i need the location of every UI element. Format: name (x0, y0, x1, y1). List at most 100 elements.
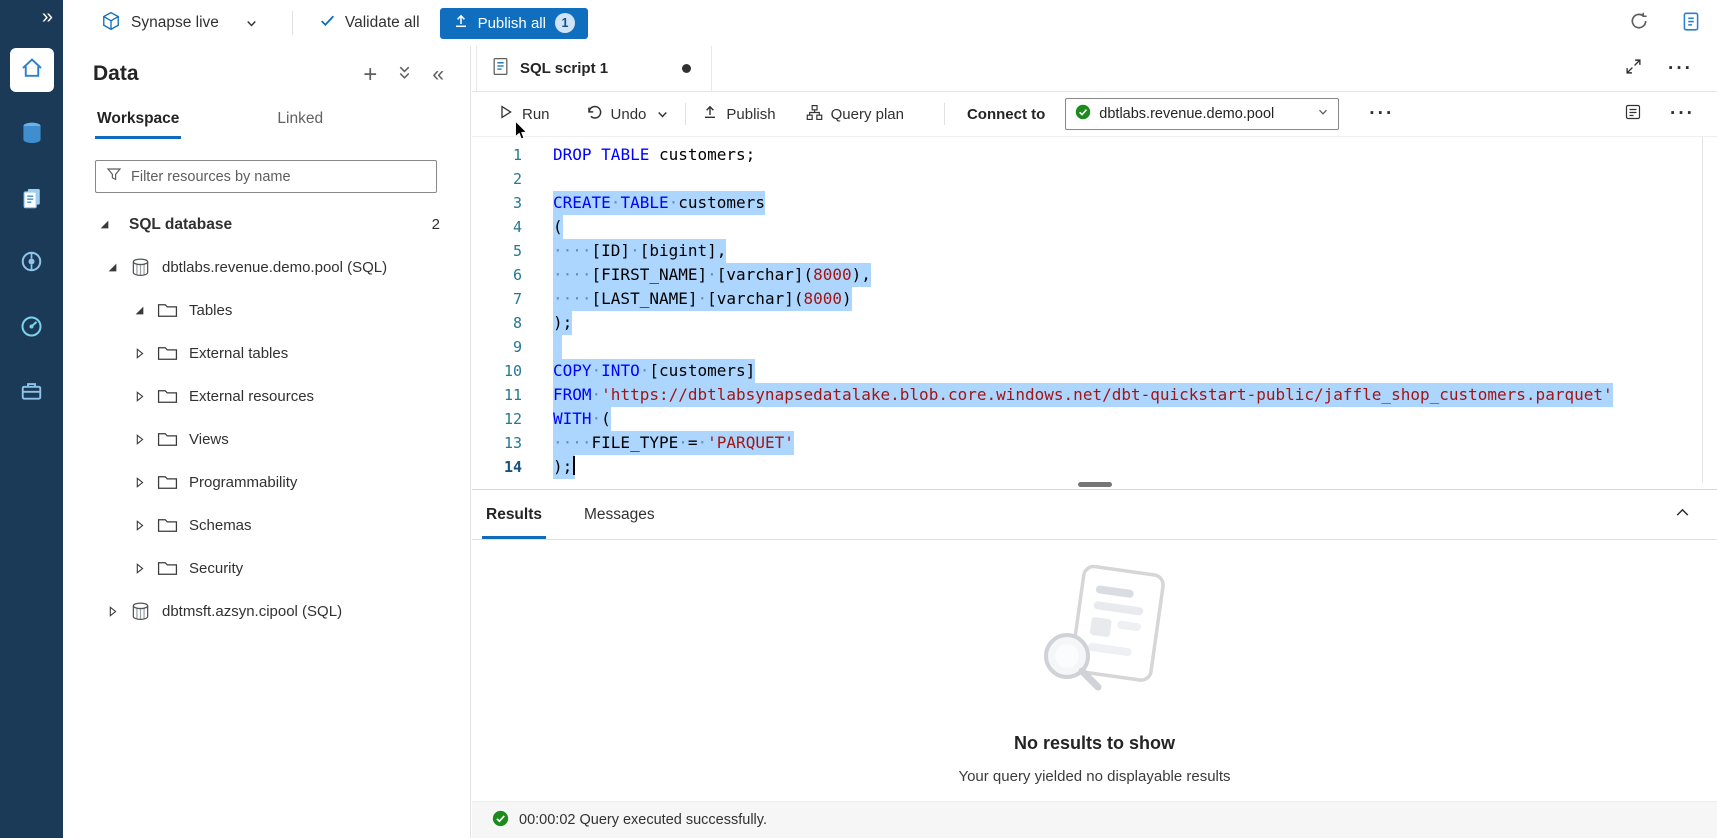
nav-data[interactable] (0, 113, 63, 157)
tree-item-sql-database[interactable]: SQL database 2 (63, 203, 470, 246)
results-panel: Results Messages (472, 489, 1717, 838)
tree-item-dbtmsft-pool[interactable]: dbtmsft.azsyn.cipool (SQL) (63, 590, 470, 633)
code-line[interactable]: 12WITH·( (472, 407, 1717, 431)
code-line[interactable]: 13····FILE_TYPE·=·'PARQUET' (472, 431, 1717, 455)
tree-item-views[interactable]: Views (63, 418, 470, 461)
run-label: Run (522, 106, 550, 123)
nav-develop[interactable] (0, 178, 63, 222)
panel-tabs: Workspace Linked (95, 110, 323, 139)
doc-tab-title: SQL script 1 (520, 60, 608, 77)
workspace-switcher-label: Synapse live (131, 14, 219, 32)
no-results-illustration (1005, 556, 1185, 706)
workspace-switcher[interactable]: Synapse live (101, 11, 258, 36)
tree-item-tables[interactable]: Tables (63, 289, 470, 332)
collapse-all-icon[interactable] (397, 64, 412, 86)
code-line[interactable]: 1DROP TABLE customers; (472, 143, 1717, 167)
nav-monitor[interactable] (0, 307, 63, 351)
upload-icon (702, 104, 718, 124)
tree-item-external-resources[interactable]: External resources (63, 375, 470, 418)
chevron-collapsed-icon[interactable] (134, 348, 148, 359)
toolbar-right-actions: ··· (1624, 92, 1717, 136)
code-line[interactable]: 8); (472, 311, 1717, 335)
text-cursor (573, 456, 575, 475)
publish-count-badge: 1 (555, 13, 575, 33)
nav-integrate[interactable] (0, 242, 63, 286)
rail-expand-icon[interactable]: » (42, 6, 53, 29)
tree-item-schemas[interactable]: Schemas (63, 504, 470, 547)
chevron-expanded-icon[interactable] (99, 219, 113, 230)
tree-item-security[interactable]: Security (63, 547, 470, 590)
nav-manage[interactable] (0, 371, 63, 415)
run-button[interactable]: Run (498, 104, 550, 124)
unsaved-indicator (682, 64, 691, 73)
collapse-panel-icon[interactable]: « (432, 64, 444, 86)
publish-all-button[interactable]: Publish all 1 (440, 8, 588, 39)
chevron-expanded-icon[interactable] (134, 305, 148, 316)
chevron-collapsed-icon[interactable] (134, 391, 148, 402)
code-line[interactable]: 3CREATE·TABLE·customers (472, 191, 1717, 215)
add-resource-icon[interactable]: + (363, 64, 377, 86)
manage-icon (19, 378, 44, 408)
undo-dropdown-chevron-icon[interactable] (656, 108, 669, 121)
validate-all-button[interactable]: Validate all (319, 12, 420, 34)
undo-button[interactable]: Undo (586, 104, 647, 125)
tab-linked[interactable]: Linked (277, 110, 323, 139)
code-line[interactable]: 11FROM·'https://dbtlabsynapsedatalake.bl… (472, 383, 1717, 407)
publish-button[interactable]: Publish (702, 104, 775, 124)
chevron-collapsed-icon[interactable] (134, 477, 148, 488)
connection-dropdown[interactable]: dbtlabs.revenue.demo.pool (1065, 98, 1339, 130)
query-plan-label: Query plan (831, 106, 904, 123)
code-line[interactable]: 7····[LAST_NAME]·[varchar](8000) (472, 287, 1717, 311)
expand-editor-icon[interactable] (1625, 58, 1642, 80)
tab-workspace[interactable]: Workspace (95, 110, 181, 139)
topbar-divider (292, 11, 293, 35)
chevron-collapsed-icon[interactable] (134, 563, 148, 574)
tabbar-right-actions: ··· (1625, 46, 1717, 91)
chevron-expanded-icon[interactable] (107, 262, 121, 273)
monitor-icon (19, 314, 44, 344)
nav-home[interactable] (0, 48, 63, 92)
connection-status-icon (1075, 104, 1091, 125)
success-check-icon (492, 810, 509, 831)
code-line[interactable]: 9 (472, 335, 1717, 359)
tree-item-dbtlabs-pool[interactable]: dbtlabs.revenue.demo.pool (SQL) (63, 246, 470, 289)
play-icon (498, 104, 514, 124)
collapse-results-icon[interactable] (1674, 504, 1691, 521)
chevron-down-icon[interactable] (245, 17, 258, 30)
folder-icon (157, 345, 178, 362)
code-line[interactable]: 10COPY·INTO·[customers] (472, 359, 1717, 383)
tab-messages[interactable]: Messages (580, 490, 659, 539)
folder-icon (157, 388, 178, 405)
tab-sql-script-1[interactable]: SQL script 1 (476, 46, 712, 91)
sql-pool-icon (130, 257, 151, 278)
refresh-icon[interactable] (1629, 11, 1649, 36)
sql-pool-icon (130, 601, 151, 622)
code-editor[interactable]: 1DROP TABLE customers;23CREATE·TABLE·cus… (472, 137, 1717, 489)
tree-item-external-tables[interactable]: External tables (63, 332, 470, 375)
folder-icon (157, 560, 178, 577)
tab-results[interactable]: Results (482, 490, 546, 539)
editor-scrollbar-track[interactable] (1702, 137, 1703, 483)
top-command-bar: Synapse live Validate all Publish all 1 (63, 0, 1717, 46)
chevron-collapsed-icon[interactable] (134, 520, 148, 531)
code-line[interactable]: 2 (472, 167, 1717, 191)
chevron-collapsed-icon[interactable] (134, 434, 148, 445)
properties-icon[interactable] (1624, 103, 1642, 126)
nav-rail: » (0, 0, 63, 838)
query-plan-button[interactable]: Query plan (806, 104, 904, 125)
filter-icon (106, 166, 122, 187)
topbar-right-actions (1629, 10, 1717, 37)
data-icon (19, 120, 45, 151)
code-line[interactable]: 4( (472, 215, 1717, 239)
code-line[interactable]: 5····[ID]·[bigint], (472, 239, 1717, 263)
clipboard-icon[interactable] (1681, 10, 1701, 37)
filter-input[interactable] (131, 169, 426, 185)
tab-more-actions-icon[interactable]: ··· (1668, 64, 1693, 74)
chevron-collapsed-icon[interactable] (107, 606, 121, 617)
code-line[interactable]: 6····[FIRST_NAME]·[varchar](8000), (472, 263, 1717, 287)
editor-more-actions-icon[interactable]: ··· (1670, 109, 1695, 119)
code-line[interactable]: 14); (472, 455, 1717, 479)
toolbar-more-actions-icon[interactable]: ··· (1369, 109, 1394, 119)
tree-item-programmability[interactable]: Programmability (63, 461, 470, 504)
horizontal-scrollbar-thumb[interactable] (1078, 482, 1112, 487)
